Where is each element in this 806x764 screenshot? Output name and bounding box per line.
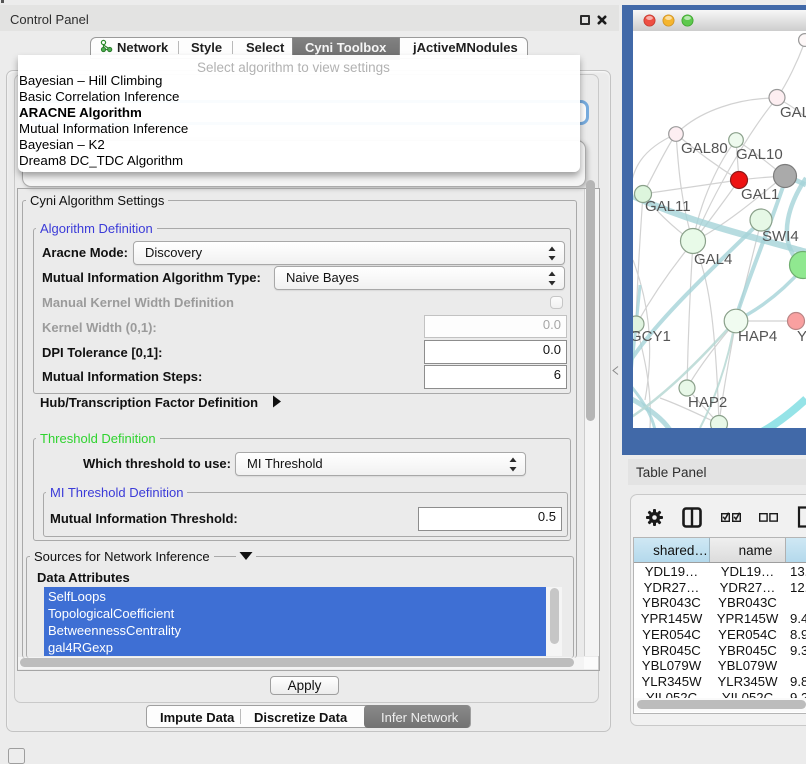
svg-text:GAL11: GAL11 — [645, 198, 691, 215]
svg-text:GCY1: GCY1 — [633, 328, 671, 345]
svg-text:HAP2: HAP2 — [688, 394, 727, 411]
svg-text:Y: Y — [797, 328, 806, 345]
svg-text:HAP4: HAP4 — [738, 328, 777, 345]
svg-text:SWI4: SWI4 — [762, 228, 799, 245]
svg-text:GAL4: GAL4 — [694, 251, 732, 268]
svg-text:GAL10: GAL10 — [736, 146, 783, 163]
svg-text:GAL80: GAL80 — [681, 140, 728, 157]
svg-text:GAL: GAL — [780, 104, 806, 121]
svg-text:GAL1: GAL1 — [741, 186, 779, 203]
